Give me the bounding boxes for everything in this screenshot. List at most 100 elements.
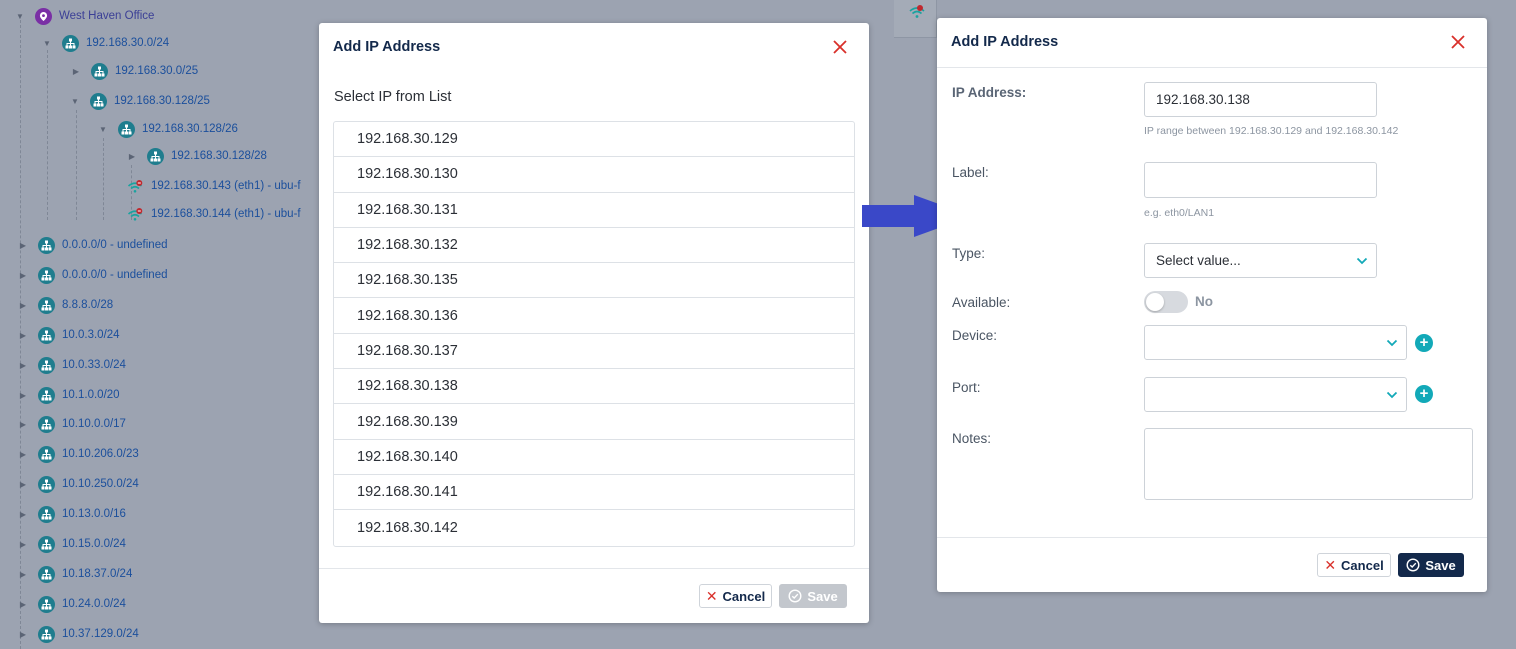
- network-icon: [38, 415, 55, 433]
- tree-guide-line: [103, 138, 104, 220]
- cancel-button[interactable]: ✕ Cancel: [699, 584, 772, 608]
- network-icon: [38, 475, 55, 493]
- tree-node[interactable]: ▶ 10.1.0.0/20: [18, 384, 120, 406]
- network-icon: [38, 565, 55, 583]
- tree-node[interactable]: ▶ 10.10.206.0/23: [18, 443, 139, 465]
- tree-node[interactable]: ▶ 192.168.30.0/25: [71, 60, 198, 82]
- tree-node[interactable]: ▼ West Haven Office: [15, 5, 154, 27]
- tree-node-label: 10.18.37.0/24: [62, 568, 133, 580]
- ip-list-item[interactable]: 192.168.30.129: [334, 122, 854, 158]
- network-icon: [62, 34, 79, 52]
- tree-node[interactable]: ▶ 10.24.0.0/24: [18, 593, 126, 615]
- close-icon: ✕: [1324, 556, 1337, 573]
- network-icon: [38, 326, 55, 344]
- caret-right-icon[interactable]: ▶: [18, 419, 28, 429]
- dialog-title: Add IP Address: [333, 39, 441, 55]
- ip-list-item[interactable]: 192.168.30.136: [334, 298, 854, 334]
- caret-right-icon[interactable]: ▶: [18, 509, 28, 519]
- add-port-button[interactable]: +: [1415, 385, 1433, 403]
- available-value: No: [1195, 294, 1213, 309]
- tree-node-label: 10.10.0.0/17: [62, 418, 126, 430]
- tree-node[interactable]: 192.168.30.143 (eth1) - ubu-f: [127, 175, 301, 197]
- tree-node[interactable]: ▶ 10.18.37.0/24: [18, 563, 132, 585]
- tree-node[interactable]: ▶ 10.10.0.0/17: [18, 413, 126, 435]
- ip-list-item[interactable]: 192.168.30.137: [334, 334, 854, 370]
- caret-right-icon[interactable]: ▶: [18, 330, 28, 340]
- tree-node[interactable]: ▶ 192.168.30.128/28: [127, 145, 267, 167]
- tree-node[interactable]: ▶ 0.0.0.0/0 - undefined: [18, 234, 168, 256]
- add-device-button[interactable]: +: [1415, 334, 1433, 352]
- network-icon: [38, 445, 55, 463]
- port-select[interactable]: [1144, 377, 1407, 412]
- close-icon[interactable]: [831, 38, 849, 56]
- network-icon: [38, 356, 55, 374]
- ip-list-item[interactable]: 192.168.30.139: [334, 404, 854, 440]
- caret-right-icon[interactable]: ▶: [18, 479, 28, 489]
- ip-list-item[interactable]: 192.168.30.138: [334, 369, 854, 405]
- tree-node[interactable]: ▶ 10.10.250.0/24: [18, 473, 139, 495]
- ip-list-item[interactable]: 192.168.30.142: [334, 510, 854, 545]
- caret-right-icon[interactable]: ▶: [127, 151, 137, 161]
- tree-node-label: 10.0.33.0/24: [62, 359, 126, 371]
- tree-node[interactable]: ▶ 10.37.129.0/24: [18, 623, 139, 645]
- tree-node[interactable]: ▶ 10.0.33.0/24: [18, 354, 126, 376]
- caret-right-icon[interactable]: ▶: [18, 270, 28, 280]
- notes-textarea[interactable]: [1144, 428, 1473, 500]
- ip-list-item[interactable]: 192.168.30.131: [334, 193, 854, 228]
- save-button[interactable]: Save: [1398, 553, 1464, 577]
- tree-node[interactable]: ▼ 192.168.30.128/25: [70, 90, 210, 112]
- network-icon: [38, 386, 55, 404]
- tree-node[interactable]: ▶ 10.0.3.0/24: [18, 324, 120, 346]
- tree-node-label: 192.168.30.128/25: [114, 95, 210, 107]
- cancel-label: Cancel: [1341, 557, 1384, 573]
- caret-right-icon[interactable]: ▶: [18, 539, 28, 549]
- caret-right-icon[interactable]: ▶: [18, 599, 28, 609]
- caret-down-icon[interactable]: ▼: [15, 11, 25, 21]
- available-toggle[interactable]: [1144, 291, 1188, 313]
- add-ip-form-dialog: Add IP Address IP Address: 192.168.30.13…: [937, 18, 1487, 592]
- tree-node-label: 192.168.30.144 (eth1) - ubu-f: [151, 208, 301, 220]
- type-select[interactable]: Select value...: [1144, 243, 1377, 278]
- ip-address-input[interactable]: 192.168.30.138: [1144, 82, 1377, 117]
- caret-down-icon[interactable]: ▼: [98, 124, 108, 134]
- save-button[interactable]: Save: [779, 584, 847, 608]
- label-input[interactable]: [1144, 162, 1377, 198]
- close-icon[interactable]: [1449, 33, 1467, 51]
- tree-node-label: 192.168.30.0/25: [115, 65, 199, 77]
- caret-right-icon[interactable]: ▶: [18, 629, 28, 639]
- tree-node-label: West Haven Office: [59, 10, 155, 22]
- ip-list-item[interactable]: 192.168.30.141: [334, 475, 854, 511]
- device-select[interactable]: [1144, 325, 1407, 360]
- caret-right-icon[interactable]: ▶: [18, 449, 28, 459]
- check-circle-icon: [788, 589, 802, 603]
- caret-down-icon[interactable]: ▼: [42, 38, 52, 48]
- ip-list-item[interactable]: 192.168.30.130: [334, 157, 854, 193]
- tree-node[interactable]: 192.168.30.144 (eth1) - ubu-f: [127, 203, 301, 225]
- cancel-button[interactable]: ✕ Cancel: [1317, 553, 1391, 577]
- tree-node-label: 192.168.30.0/24: [86, 37, 170, 49]
- chevron-down-icon: [1386, 339, 1398, 346]
- tree-node[interactable]: ▶ 10.13.0.0/16: [18, 503, 126, 525]
- caret-right-icon[interactable]: ▶: [18, 240, 28, 250]
- tree-guide-line: [47, 50, 48, 220]
- tree-node-label: 192.168.30.143 (eth1) - ubu-f: [151, 180, 301, 192]
- available-label: Available:: [952, 295, 1011, 310]
- tree-node-label: 10.10.250.0/24: [62, 478, 139, 490]
- ip-list-item[interactable]: 192.168.30.132: [334, 228, 854, 264]
- ip-address-label: IP Address:: [952, 85, 1027, 100]
- select-ip-dialog: Add IP Address Select IP from List 192.1…: [319, 23, 869, 623]
- caret-right-icon[interactable]: ▶: [18, 300, 28, 310]
- ip-list-item[interactable]: 192.168.30.135: [334, 263, 854, 299]
- tree-node[interactable]: ▶ 0.0.0.0/0 - undefined: [18, 264, 168, 286]
- caret-right-icon[interactable]: ▶: [71, 66, 81, 76]
- tree-node[interactable]: ▼ 192.168.30.0/24: [42, 32, 169, 54]
- tree-node[interactable]: ▼ 192.168.30.128/26: [98, 118, 238, 140]
- tree-node-label: 10.37.129.0/24: [62, 628, 139, 640]
- tree-node[interactable]: ▶ 8.8.8.0/28: [18, 294, 113, 316]
- caret-right-icon[interactable]: ▶: [18, 569, 28, 579]
- caret-right-icon[interactable]: ▶: [18, 360, 28, 370]
- caret-down-icon[interactable]: ▼: [70, 96, 80, 106]
- caret-right-icon[interactable]: ▶: [18, 390, 28, 400]
- tree-node[interactable]: ▶ 10.15.0.0/24: [18, 533, 126, 555]
- ip-list-item[interactable]: 192.168.30.140: [334, 440, 854, 475]
